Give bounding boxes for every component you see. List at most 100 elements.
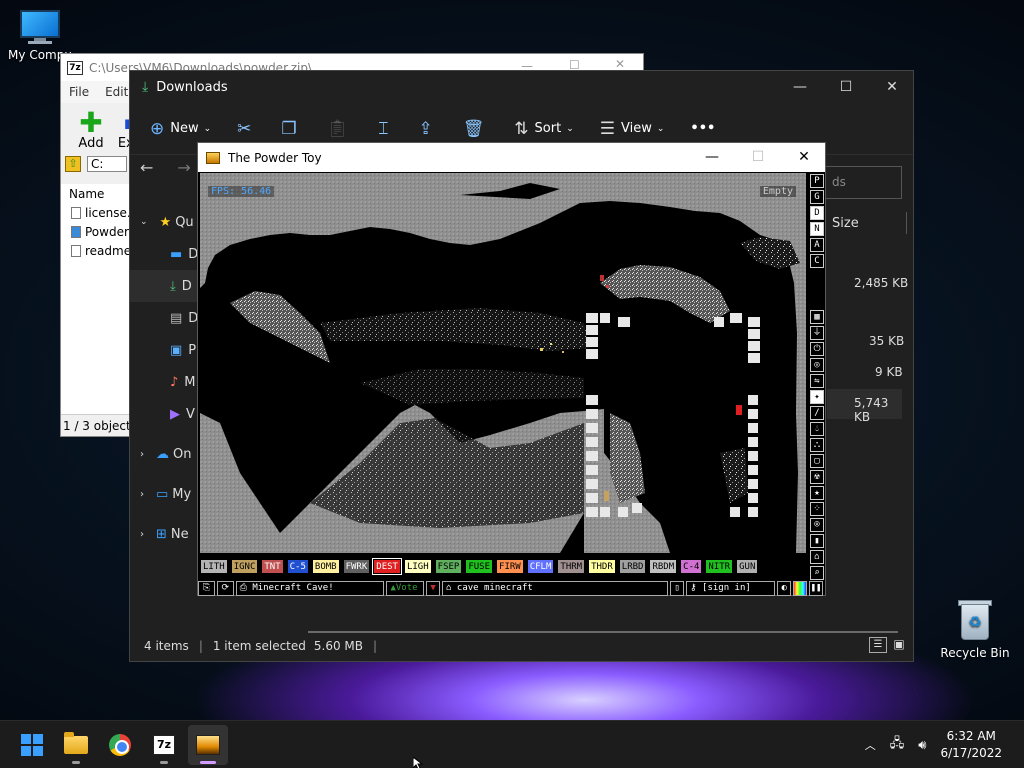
tiles-view-icon[interactable]: ▣ [891,637,907,653]
vote-up-button[interactable]: ▲Vote [386,580,425,596]
add-button[interactable]: ✚ Add [69,109,113,152]
simulation-canvas[interactable]: FPS: 56.46 Empty [200,173,806,553]
settings-icon[interactable]: ◐ [777,580,792,596]
element-button[interactable]: FSEP [434,559,463,574]
start-button[interactable] [12,725,52,765]
side-button-g[interactable]: G [810,190,824,204]
side-button-d[interactable]: D [810,206,824,220]
category-sensors-icon[interactable]: ◎ [810,358,824,372]
category-walls-icon[interactable]: ▦ [810,310,824,324]
side-button-a[interactable]: A [810,238,824,252]
cut-icon[interactable]: ✂ [237,119,251,139]
category-explosives-icon[interactable]: ✦ [810,390,824,404]
minimize-icon[interactable]: — [777,71,823,103]
explorer-titlebar[interactable]: ⤓ Downloads — ☐ ✕ [130,71,913,103]
nav-item-documents[interactable]: ▤ D [130,302,198,334]
list-item[interactable]: readme.t [61,242,131,261]
element-button[interactable]: LRBD [618,559,647,574]
list-item[interactable]: Powder.e [61,223,131,242]
element-button[interactable]: NITR [705,559,734,574]
element-button[interactable]: IGNC [230,559,259,574]
category-liquids-icon[interactable]: 💧︎ [810,422,824,436]
nav-item-this-pc[interactable]: › ▭ My [130,478,198,510]
new-button[interactable]: ⊕ New ⌄ [150,119,211,139]
element-button[interactable]: LITH [200,559,228,574]
element-button[interactable]: THDR [588,559,616,574]
nav-item-desktop[interactable]: ▬ D [130,238,198,270]
new-simulation-icon[interactable]: ▯ [670,580,685,596]
rename-icon[interactable]: ⌶ [378,119,388,139]
element-button[interactable]: C-5 [286,559,309,574]
close-icon[interactable]: ✕ [615,57,625,71]
maximize-icon[interactable]: ☐ [735,143,781,172]
minimize-icon[interactable]: — [689,143,735,172]
pause-icon[interactable]: ❚❚ [809,580,823,596]
sign-in-button[interactable]: ⚷ [sign in] [686,580,776,596]
category-solids-icon[interactable]: ▢ [810,454,824,468]
category-favorites-icon[interactable]: ▮ [810,534,824,548]
paste-icon[interactable]: 📋︎ [327,119,349,139]
search-input[interactable]: ds [825,166,902,199]
desktop-icon-recycle-bin[interactable]: ♻ Recycle Bin [935,598,1015,660]
clock[interactable]: 6:32 AM 6/17/2022 [940,728,1002,762]
tags-button[interactable]: ⌂ cave minecraft [442,580,669,596]
element-button[interactable]: CFLM [526,559,555,574]
volume-icon[interactable]: 🔊︎ [918,738,926,753]
column-header-name[interactable]: Name [61,184,131,204]
details-view-icon[interactable]: ☰ [869,637,887,653]
save-name-button[interactable]: ⎙ Minecraft Cave! [235,580,385,596]
chevron-up-icon[interactable]: ︿ [865,737,876,753]
category-gases-icon[interactable]: ∕ [810,406,824,420]
nav-item-pictures[interactable]: ▣ P [130,334,198,366]
element-button[interactable]: TNT [261,559,284,574]
side-button-n[interactable]: N [810,222,824,236]
column-header-size[interactable]: Size [832,216,859,231]
element-button[interactable]: GUN [736,559,759,574]
element-button[interactable]: C-4 [680,559,703,574]
nav-item-network[interactable]: › ⊞ Ne [130,518,198,550]
forward-button[interactable]: → [177,158,190,177]
element-button[interactable]: LIGH [403,559,432,574]
nav-item-videos[interactable]: ▶ V [130,398,198,430]
sort-button[interactable]: ⇅ Sort ⌄ [514,119,573,139]
taskbar-7zip[interactable]: 7z [144,725,184,765]
taskbar-chrome[interactable] [100,725,140,765]
element-button[interactable]: FIRW [496,559,524,574]
more-options-button[interactable]: ••• [690,121,715,136]
close-icon[interactable]: ✕ [869,71,915,103]
copy-icon[interactable]: ❐ [281,119,296,139]
side-button-p[interactable]: P [810,174,824,188]
network-icon[interactable]: 🖧︎ [890,734,905,756]
close-icon[interactable]: ✕ [781,143,827,172]
nav-item-quick-access[interactable]: ⌄ ★ Qu [130,206,198,238]
taskbar-file-explorer[interactable] [56,725,96,765]
category-tools-icon[interactable]: ⌾ [810,518,824,532]
category-powered-icon[interactable]: ⏻ [810,342,824,356]
delete-icon[interactable]: 🗑︎ [463,119,485,139]
category-electronics-icon[interactable]: ⏚ [810,326,824,340]
view-button[interactable]: ☰ View ⌄ [600,119,665,139]
nav-item-music[interactable]: ♪ M [130,366,198,398]
maximize-icon[interactable]: ☐ [823,71,869,103]
element-button[interactable]: BOMB [311,559,340,574]
taskbar-powder-toy[interactable] [188,725,228,765]
category-life-icon[interactable]: ⁘ [810,502,824,516]
reload-icon[interactable]: ⟳ [216,580,234,596]
category-force-icon[interactable]: ⇋ [810,374,824,388]
back-button[interactable]: ← → [130,156,198,178]
list-item[interactable]: license.tx [61,204,131,223]
element-button[interactable]: THRM [557,559,586,574]
category-radioactive-icon[interactable]: ☢ [810,470,824,484]
element-button[interactable]: RBDM [649,559,678,574]
element-button-selected[interactable]: DEST [372,558,402,575]
7zip-path-field[interactable]: C: [87,156,127,172]
search-icon[interactable]: ⌕ [810,566,824,580]
open-save-icon[interactable]: ⎘ [198,580,215,596]
element-button[interactable]: FUSE [465,559,494,574]
nav-item-downloads[interactable]: ⤓ D [130,270,198,302]
menu-file[interactable]: File [61,85,97,99]
render-options-icon[interactable] [793,580,808,596]
powder-toy-titlebar[interactable]: The Powder Toy — ☐ ✕ [198,143,825,172]
element-button[interactable]: FWRK [342,559,371,574]
category-special-icon[interactable]: ★ [810,486,824,500]
